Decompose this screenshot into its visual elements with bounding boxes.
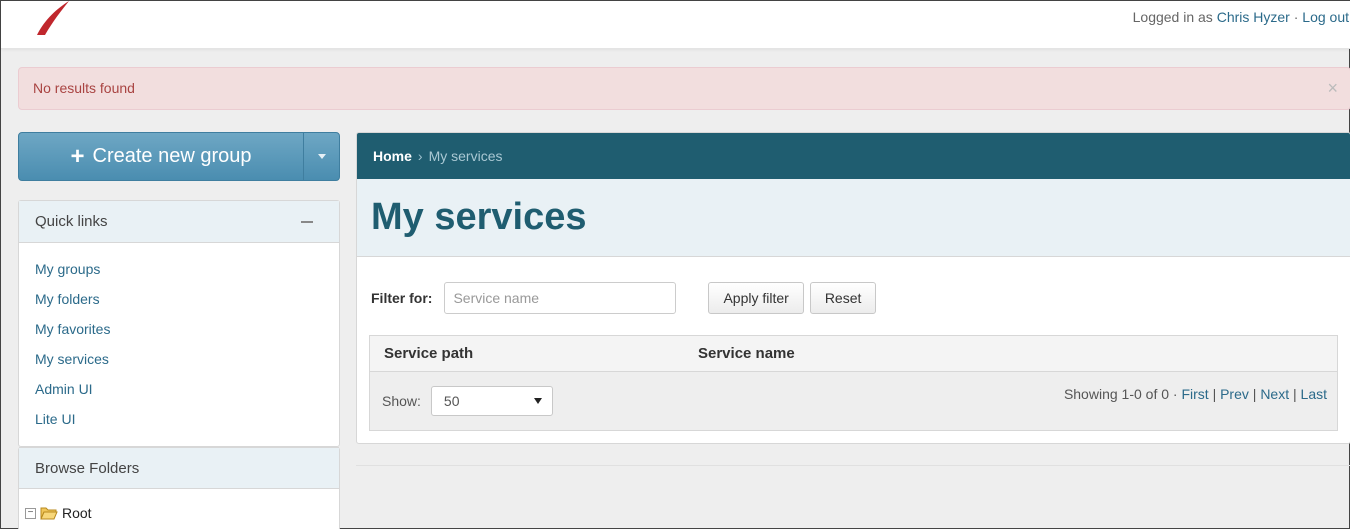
create-group-button[interactable]: + Create new group bbox=[19, 133, 303, 180]
list-item: My favorites bbox=[35, 319, 339, 349]
quick-links-title: Quick links bbox=[35, 213, 108, 230]
tree-node-root[interactable]: − Root bbox=[19, 489, 339, 521]
tree-node-label[interactable]: Root bbox=[62, 505, 92, 521]
quick-links-header: Quick links bbox=[19, 201, 339, 243]
alert-message: No results found bbox=[33, 80, 135, 96]
create-group-dropdown-toggle[interactable] bbox=[303, 133, 339, 180]
close-icon[interactable]: × bbox=[1327, 68, 1338, 109]
list-item: Lite UI bbox=[35, 409, 339, 439]
reset-button[interactable]: Reset bbox=[809, 282, 877, 314]
login-info: Logged in as Chris Hyzer · Log out bbox=[1133, 9, 1349, 25]
folder-open-icon bbox=[40, 507, 58, 520]
user-name-link[interactable]: Chris Hyzer bbox=[1217, 9, 1290, 25]
browse-folders-header: Browse Folders bbox=[19, 447, 339, 489]
logo-icon[interactable] bbox=[31, 0, 71, 35]
separator-dot: · bbox=[1293, 9, 1299, 25]
top-bar: Logged in as Chris Hyzer · Log out bbox=[1, 1, 1350, 49]
list-item: Admin UI bbox=[35, 379, 339, 409]
pagination-summary: Showing 1-0 of 0 · bbox=[1063, 386, 1178, 402]
prev-page-link[interactable]: Prev bbox=[1220, 386, 1249, 402]
quick-link-admin-ui[interactable]: Admin UI bbox=[35, 381, 93, 397]
pagination: Showing 1-0 of 0 · First | Prev | Next |… bbox=[1064, 386, 1327, 402]
collapse-icon[interactable] bbox=[301, 221, 313, 223]
list-item: My groups bbox=[35, 259, 339, 289]
chevron-down-icon bbox=[533, 398, 542, 404]
plus-icon: + bbox=[70, 142, 85, 170]
last-page-link[interactable]: Last bbox=[1301, 386, 1327, 402]
no-results-alert: No results found × bbox=[18, 67, 1350, 110]
filter-label: Filter for: bbox=[371, 290, 433, 306]
next-page-link[interactable]: Next bbox=[1260, 386, 1289, 402]
apply-filter-button[interactable]: Apply filter bbox=[708, 282, 804, 314]
divider bbox=[356, 465, 1350, 466]
browse-folders-panel: Browse Folders − Root bbox=[18, 447, 340, 529]
quick-links-list: My groups My folders My favorites My ser… bbox=[19, 243, 339, 439]
table-footer: Show: 50 Showing 1-0 of 0 · First | Prev… bbox=[370, 372, 1337, 430]
pagination-divider: | bbox=[1293, 386, 1297, 402]
browse-folders-title: Browse Folders bbox=[35, 460, 140, 477]
page-size-value: 50 bbox=[443, 393, 460, 409]
list-item: My folders bbox=[35, 289, 339, 319]
pagination-divider: | bbox=[1212, 386, 1217, 402]
page-size-select[interactable]: 50 bbox=[430, 386, 553, 416]
logged-in-label: Logged in as bbox=[1132, 9, 1213, 25]
pagination-divider: | bbox=[1252, 386, 1257, 402]
services-table: Service path Service name Show: 50 Showi… bbox=[369, 335, 1338, 431]
column-header-service-name[interactable]: Service name bbox=[698, 345, 795, 362]
breadcrumb-current: My services bbox=[428, 148, 503, 164]
breadcrumb-home-link[interactable]: Home bbox=[373, 148, 412, 164]
quick-link-my-services[interactable]: My services bbox=[35, 351, 109, 367]
logout-link[interactable]: Log out bbox=[1302, 9, 1349, 25]
filter-row: Filter for: Apply filter Reset bbox=[371, 282, 877, 314]
main-card: Home › My services My services Filter fo… bbox=[356, 132, 1350, 444]
breadcrumb: Home › My services bbox=[357, 133, 1350, 179]
show-label: Show: bbox=[382, 393, 421, 409]
service-name-filter-input[interactable] bbox=[444, 282, 677, 314]
quick-link-my-groups[interactable]: My groups bbox=[35, 261, 100, 277]
column-header-service-path[interactable]: Service path bbox=[370, 345, 698, 362]
quick-link-my-folders[interactable]: My folders bbox=[35, 291, 100, 307]
first-page-link[interactable]: First bbox=[1181, 386, 1208, 402]
table-header: Service path Service name bbox=[370, 336, 1337, 372]
create-group-label: Create new group bbox=[92, 145, 252, 167]
breadcrumb-separator: › bbox=[417, 148, 423, 164]
page-title: My services bbox=[371, 196, 587, 238]
quick-link-lite-ui[interactable]: Lite UI bbox=[35, 411, 75, 427]
quick-links-panel: Quick links My groups My folders My favo… bbox=[18, 200, 340, 447]
quick-link-my-favorites[interactable]: My favorites bbox=[35, 321, 110, 337]
collapse-node-icon[interactable]: − bbox=[25, 507, 36, 519]
title-bar: My services bbox=[357, 179, 1350, 257]
create-group-split-button: + Create new group bbox=[18, 132, 340, 181]
list-item: My services bbox=[35, 349, 339, 379]
chevron-down-icon bbox=[317, 154, 326, 159]
